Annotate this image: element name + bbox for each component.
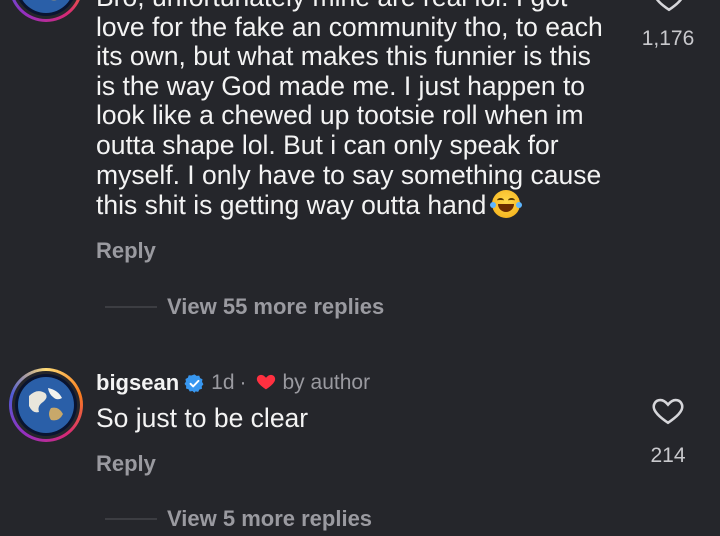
- like-count: 214: [650, 444, 686, 467]
- comment-header: bigsean 1d · by author: [96, 367, 370, 399]
- reply-button[interactable]: Reply: [96, 238, 156, 264]
- avatar[interactable]: [9, 0, 83, 22]
- reply-button[interactable]: Reply: [96, 451, 156, 477]
- thread-divider: [105, 306, 157, 308]
- username[interactable]: bigsean: [96, 370, 179, 396]
- earth-avatar-image: [15, 374, 77, 436]
- heart-outline-icon[interactable]: [651, 393, 685, 427]
- comments-screen: Bro, unfortunately mine are real lol. I …: [0, 0, 720, 536]
- red-heart-icon: [256, 374, 275, 390]
- view-more-replies-button[interactable]: View 5 more replies: [105, 506, 372, 532]
- heart-outline-icon[interactable]: [652, 0, 686, 14]
- comment-time: 1d: [211, 371, 235, 394]
- face-with-tears-of-joy-icon: [490, 190, 523, 219]
- thread-divider: [105, 518, 157, 520]
- bigsean-avatar[interactable]: [9, 368, 83, 442]
- view-more-replies-button[interactable]: View 55 more replies: [105, 294, 384, 320]
- verified-badge-icon: [184, 373, 204, 393]
- separator-dot: ·: [239, 371, 247, 394]
- comment-text: Bro, unfortunately mine are real lol. I …: [96, 0, 603, 221]
- comment-text: So just to be clear: [96, 403, 309, 433]
- earth-avatar-image: [15, 0, 77, 16]
- like-count: 1,176: [641, 27, 695, 50]
- liked-by-author-label: by author: [282, 371, 371, 394]
